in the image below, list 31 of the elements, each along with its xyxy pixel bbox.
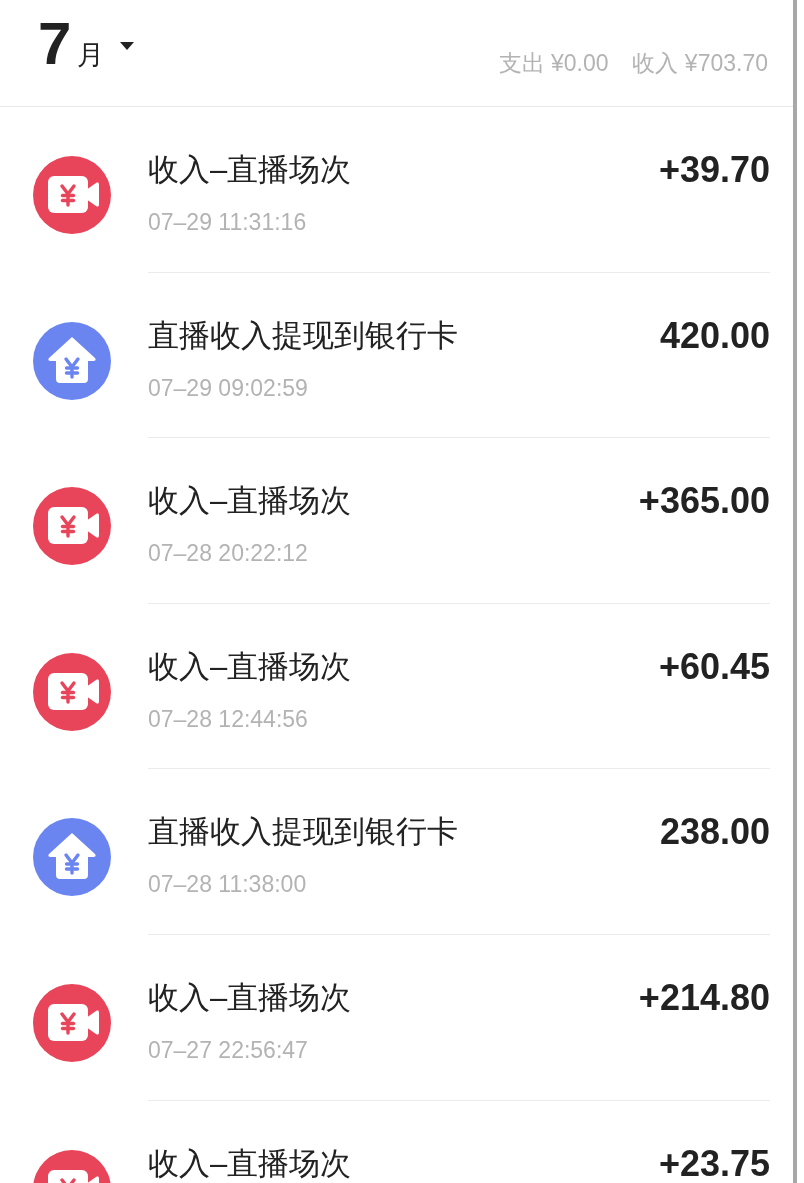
transaction-title: 收入–直播场次 — [148, 978, 352, 1017]
transaction-date: 07–27 22:56:47 — [148, 1035, 309, 1064]
transaction-title: 直播收入提现到银行卡 — [148, 316, 458, 355]
transaction-date: 07–28 20:22:12 — [148, 539, 309, 568]
transaction-date: 07–29 11:31:16 — [148, 208, 308, 236]
yen-camera-icon — [33, 652, 111, 731]
yen-camera-icon — [33, 983, 111, 1062]
summary-total: 支出 ¥0.00 — [498, 49, 609, 77]
summary-total: 收入 ¥703.70 — [632, 49, 768, 77]
transaction-title: 收入–直播场次 — [148, 647, 352, 686]
transaction-date: 07–28 11:38:00 — [148, 870, 308, 899]
transaction-amount: 238.00 — [659, 813, 770, 852]
transaction-title: 收入–直播场次 — [148, 151, 352, 189]
transaction-amount: 420.00 — [659, 316, 770, 355]
scrollbar[interactable] — [793, 0, 797, 1183]
month-picker[interactable]: 7 月 — [38, 14, 135, 74]
caret-icon — [120, 42, 135, 50]
transaction-amount: +39.70 — [658, 151, 770, 189]
yen-camera-icon — [33, 156, 111, 234]
yen-house-icon — [33, 321, 111, 400]
transaction-date: 07–29 09:02:59 — [148, 373, 309, 402]
transaction-title: 直播收入提现到银行卡 — [148, 813, 458, 852]
yen-house-icon — [33, 818, 111, 897]
transaction-amount: +60.45 — [658, 647, 770, 686]
transaction-title: 收入–直播场次 — [148, 1144, 352, 1183]
transaction-date: 07–28 12:44:56 — [148, 704, 309, 733]
yen-camera-icon — [33, 487, 111, 566]
transaction-title: 收入–直播场次 — [148, 482, 352, 521]
transaction-amount: +365.00 — [638, 482, 770, 521]
transaction-amount: +23.75 — [658, 1144, 770, 1183]
transaction-amount: +214.80 — [638, 978, 770, 1017]
